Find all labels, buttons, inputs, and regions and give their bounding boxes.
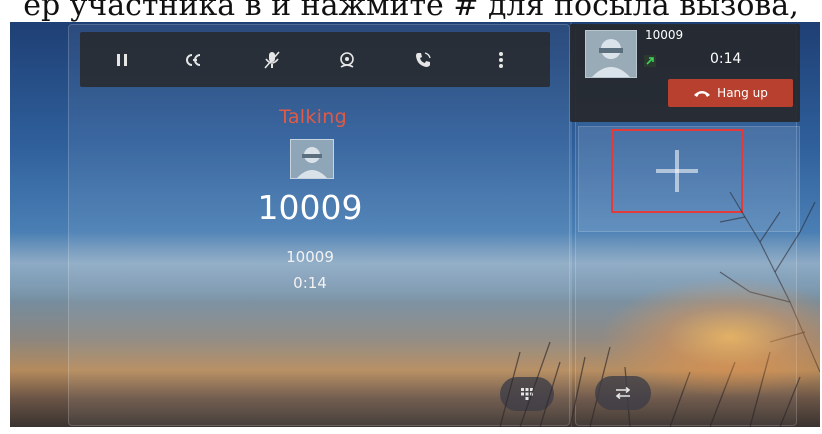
hang-up-icon [694,91,711,97]
side-call-duration: 0:14 [710,51,742,67]
handset-icon [416,51,431,67]
call-toolbar [80,32,550,87]
dialpad-icon [521,388,533,400]
more-vertical-icon [499,51,503,68]
swap-calls-button[interactable] [595,376,651,410]
record-button[interactable] [322,32,372,87]
plus-icon [656,150,698,192]
avatar [290,139,334,179]
hold-button[interactable] [97,32,147,87]
contact-avatar-icon [291,140,333,178]
document-caption: ер участника в и нажмите # для посыла вы… [23,0,799,23]
call-outgoing-icon [644,55,656,67]
pause-icon [117,53,127,66]
hang-up-button[interactable]: Hang up [668,79,793,107]
caller-number: 10009 [286,248,334,266]
hang-up-label: Hang up [717,86,768,100]
add-participant-highlight [611,129,743,213]
side-call-number: 10009 [645,28,684,42]
phone-screen: Talking 10009 10009 0:14 10009 0:14 Hang… [10,22,820,427]
contact-avatar-icon [586,31,636,77]
call-duration: 0:14 [293,274,327,292]
transfer-icon [186,53,201,66]
page: ер участника в и нажмите # для посыла вы… [0,0,822,434]
mic-mute-icon [264,50,280,69]
more-button[interactable] [476,32,526,87]
record-icon [340,51,354,68]
caller-display-name: 10009 [257,188,363,227]
handset-button[interactable] [398,32,448,87]
swap-icon [615,387,631,399]
transfer-button[interactable] [171,32,221,87]
avatar [585,30,637,78]
mute-button[interactable] [247,32,297,87]
dialpad-button[interactable] [500,377,554,411]
call-status: Talking [279,106,347,128]
